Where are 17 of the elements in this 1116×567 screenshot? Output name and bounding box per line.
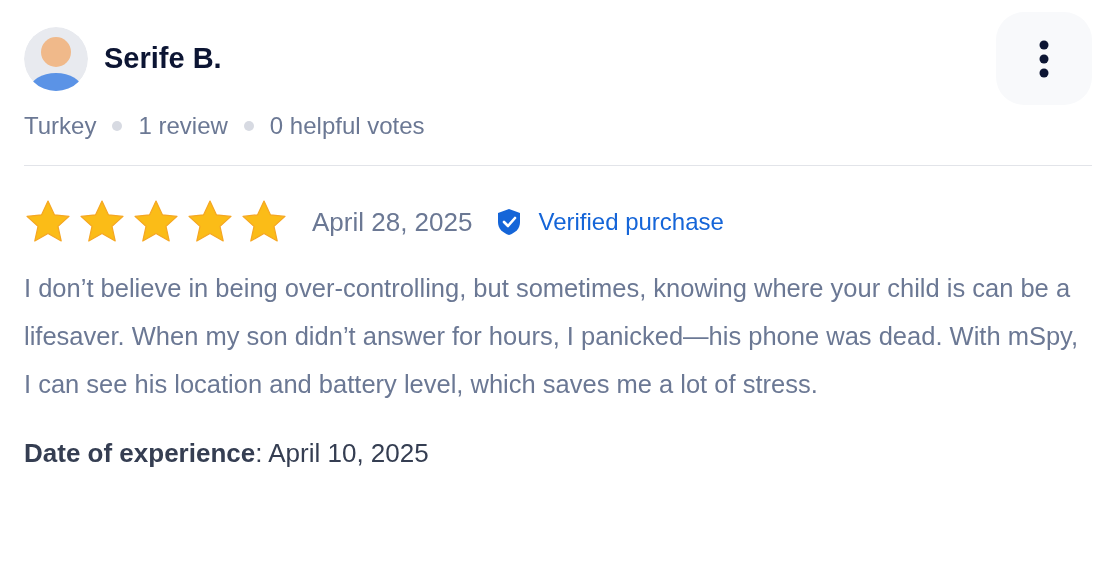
- review-date: April 28, 2025: [312, 205, 473, 239]
- experience-date: Date of experience: April 10, 2025: [24, 437, 430, 470]
- star-icon: [132, 199, 180, 245]
- reviewer-meta: 1 review: [138, 111, 228, 141]
- star-icon: [24, 199, 72, 245]
- star-icon: [78, 199, 126, 245]
- more-icon: [1039, 39, 1049, 78]
- star-icon: [240, 199, 288, 245]
- star-icon: [186, 199, 234, 245]
- reviewer-meta: 0 helpful votes: [269, 111, 425, 141]
- more-options-button[interactable]: [996, 12, 1092, 105]
- reviewer-meta: Turkey: [24, 111, 97, 141]
- avatar: [24, 27, 88, 91]
- review-text: I don’t believe in being over-controlling, but sometimes, knowing where your child is can be a lifesaver. When my son didn’t answer for hours, I panicked—his phone was dead. With mSpy, I can see his location and battery level, which saves me a lot of stress.: [24, 273, 1080, 400]
- verified-label: Verified purchase: [538, 207, 724, 237]
- reviewer-name: Serife B.: [104, 41, 222, 77]
- shield-check-icon: [496, 208, 523, 236]
